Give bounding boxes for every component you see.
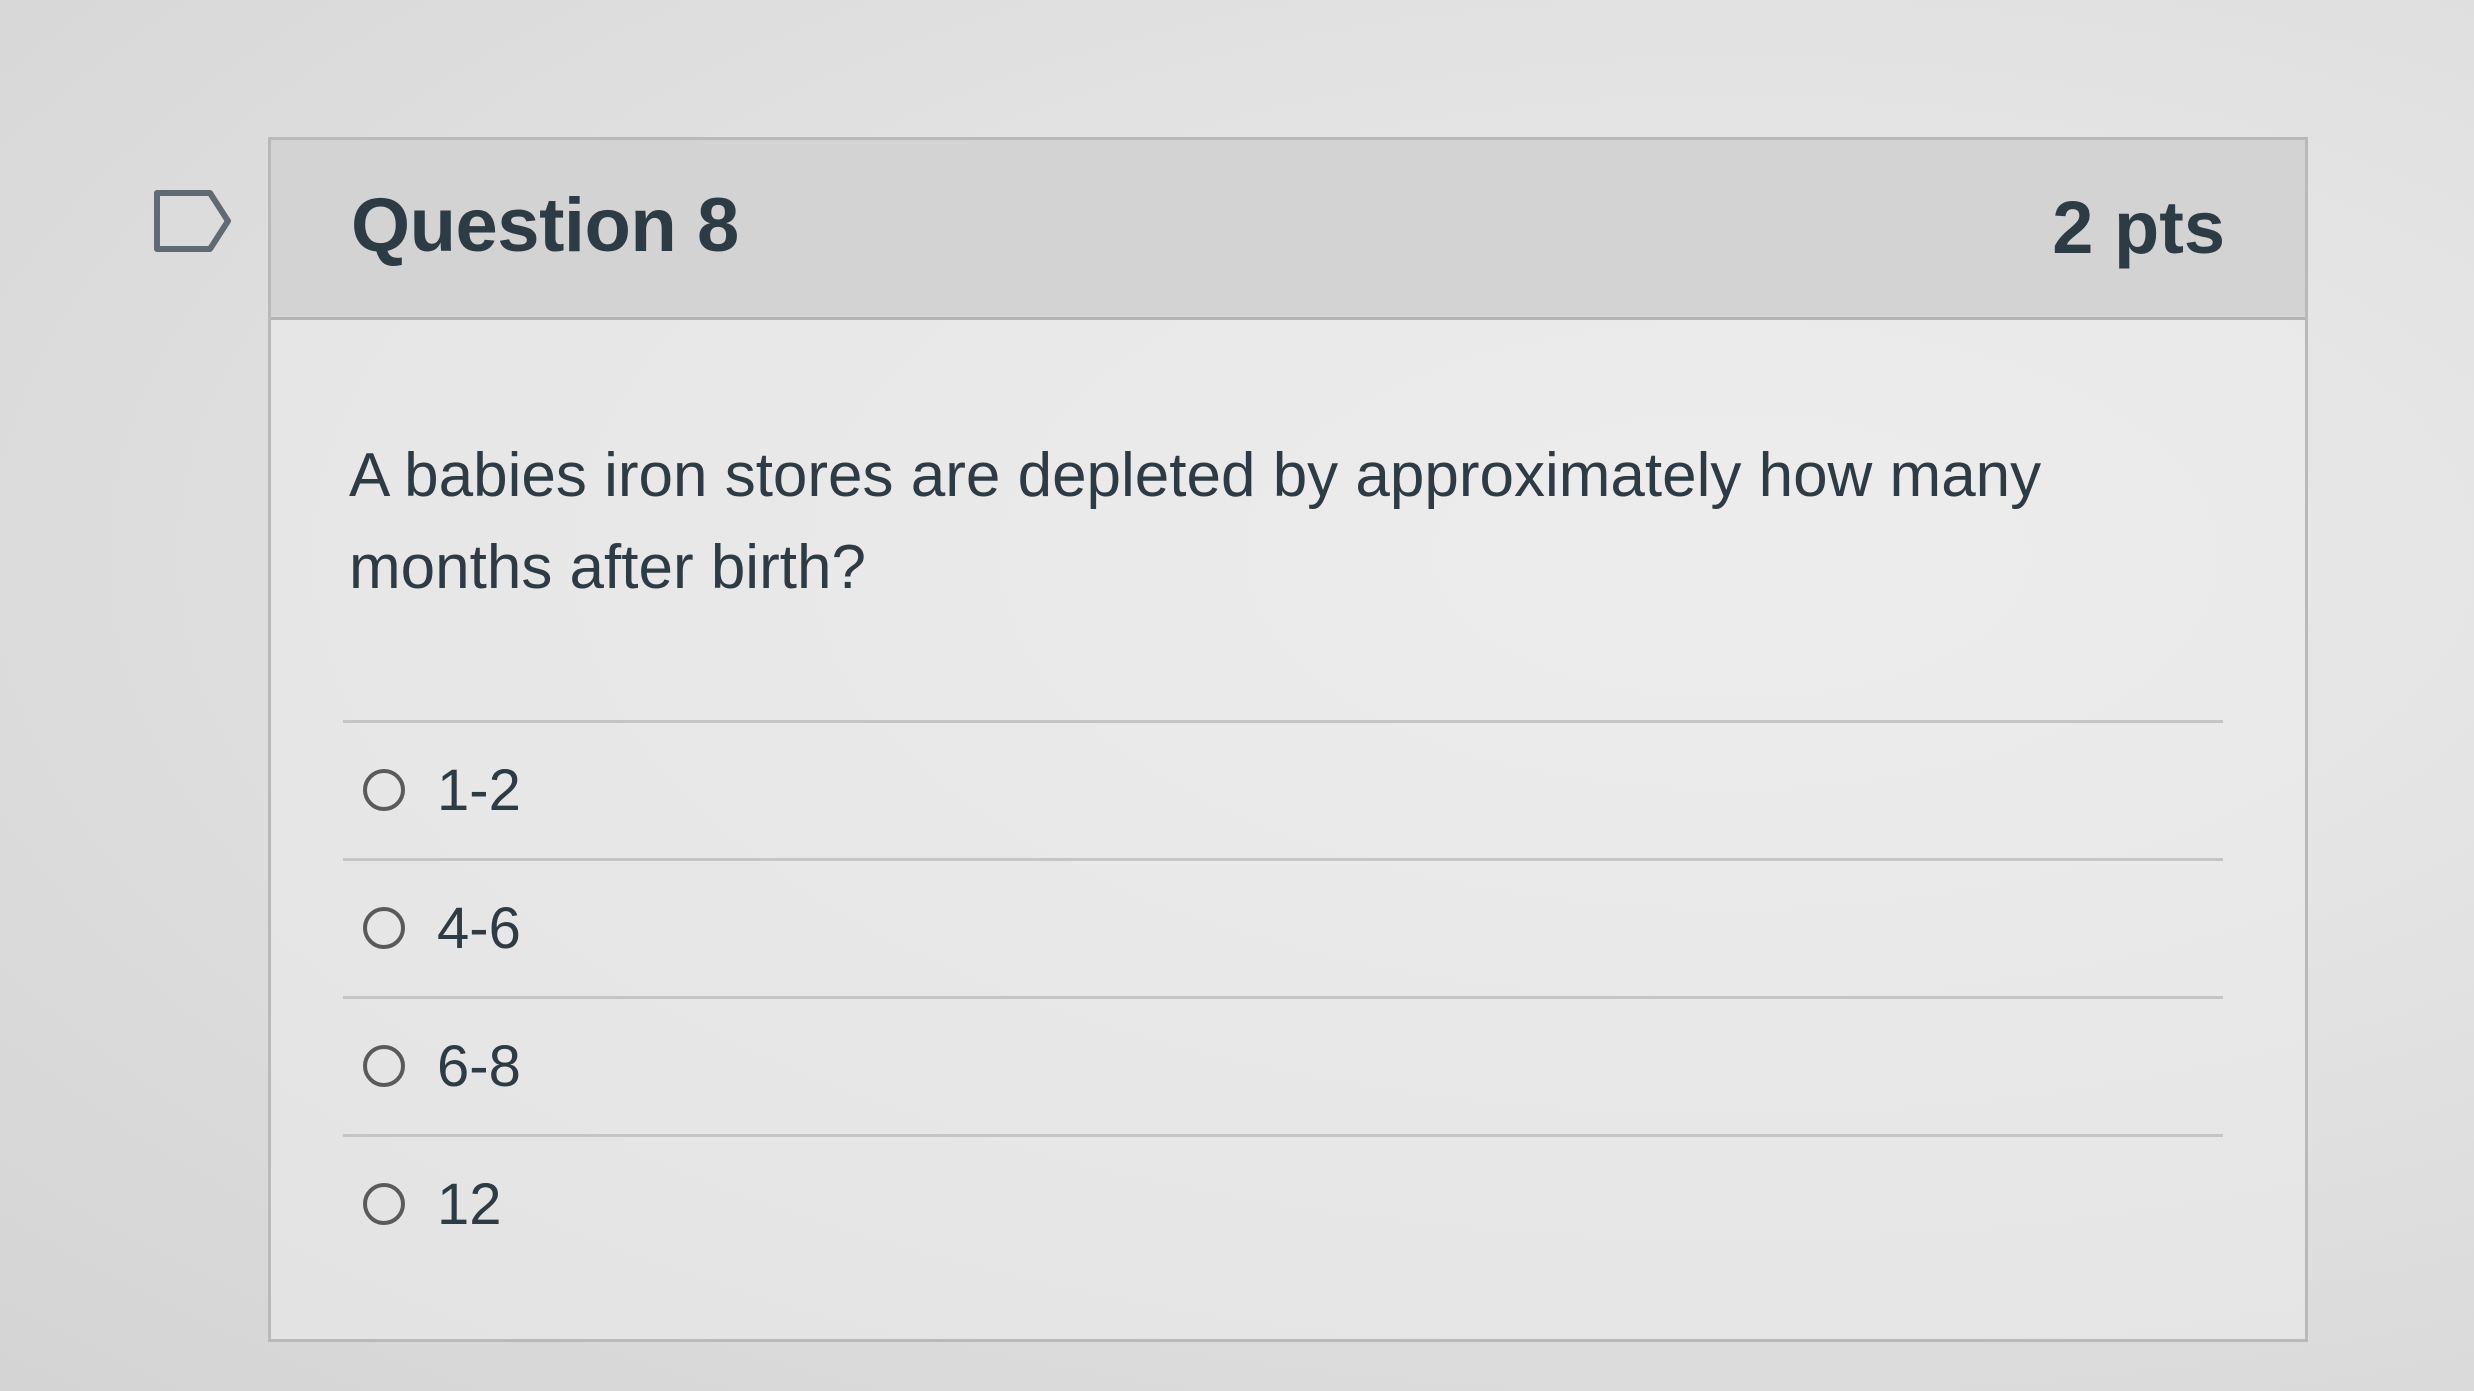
answer-option[interactable]: 4-6 (343, 858, 2223, 996)
question-header: Question 8 2 pts (271, 140, 2305, 320)
radio-unselected-icon[interactable] (363, 769, 405, 811)
answer-label: 12 (437, 1172, 502, 1237)
question-text: A babies iron stores are depleted by app… (349, 441, 2042, 602)
answer-option[interactable]: 6-8 (343, 996, 2223, 1134)
answer-option[interactable]: 12 (343, 1134, 2223, 1272)
radio-unselected-icon[interactable] (363, 1183, 405, 1225)
answer-list: 1-2 4-6 6-8 12 (343, 720, 2223, 1272)
radio-unselected-icon[interactable] (363, 907, 405, 949)
answer-label: 4-6 (437, 896, 521, 961)
question-title: Question 8 (351, 183, 739, 268)
answer-label: 1-2 (437, 758, 521, 823)
answer-option[interactable]: 1-2 (343, 720, 2223, 858)
answer-label: 6-8 (437, 1034, 521, 1099)
question-points: 2 pts (2052, 186, 2225, 269)
radio-unselected-icon[interactable] (363, 1045, 405, 1087)
flag-question-icon[interactable] (152, 188, 234, 254)
question-card: Question 8 2 pts A babies iron stores ar… (268, 137, 2308, 1342)
